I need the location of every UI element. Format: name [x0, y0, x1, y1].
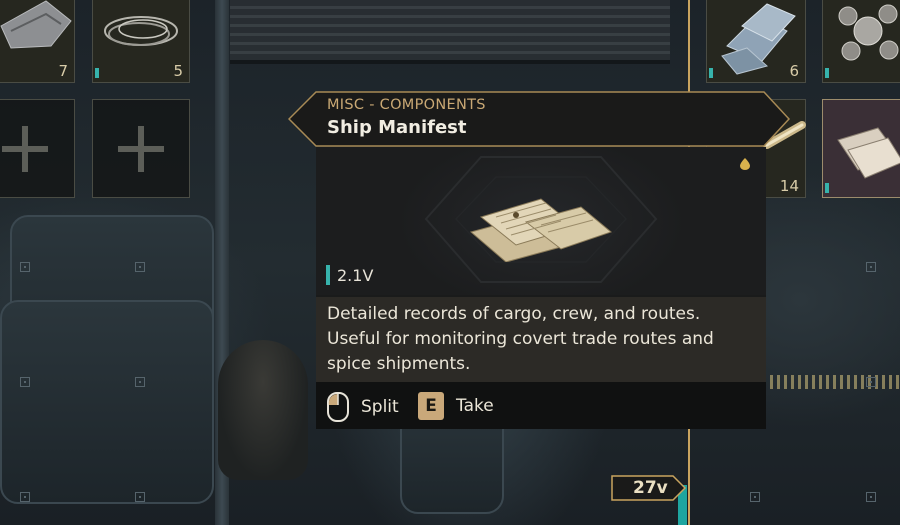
empty-inventory-slot[interactable]	[92, 99, 190, 198]
item-weight-value: 2.1V	[337, 265, 374, 285]
background-container	[0, 300, 214, 504]
take-label: Take	[456, 396, 494, 416]
item-category: MISC - COMPONENTS	[327, 97, 486, 113]
plus-icon	[118, 125, 164, 172]
tooltip-header: MISC - COMPONENTS Ship Manifest	[288, 91, 790, 147]
grid-marker	[866, 262, 876, 272]
inventory-slot-selected[interactable]: 2	[822, 99, 900, 198]
grid-marker	[20, 492, 30, 502]
grid-marker	[20, 377, 30, 387]
item-description-text: Detailed records of cargo, crew, and rou…	[327, 304, 714, 374]
split-action[interactable]: Split	[327, 392, 399, 422]
item-count: 6	[789, 62, 799, 80]
mouse-icon	[327, 392, 349, 422]
item-count: 7	[58, 62, 68, 80]
ship-manifest-icon	[837, 127, 900, 179]
durability-bar	[95, 68, 99, 78]
inventory-slot[interactable]: 7	[0, 0, 75, 83]
weight-icon	[326, 265, 330, 285]
ship-manifest-icon	[469, 198, 613, 262]
tooltip-actions: Split E Take	[316, 382, 766, 429]
background-stairs	[230, 0, 670, 64]
item-tooltip: 2.1V Detailed records of cargo, crew, an…	[316, 147, 766, 429]
grid-marker	[750, 492, 760, 502]
inventory-slot[interactable]: 5	[92, 0, 190, 83]
inventory-capacity: 27v	[611, 475, 687, 501]
durability-bar	[825, 68, 829, 78]
grid-marker	[20, 262, 30, 272]
empty-inventory-slot[interactable]	[0, 99, 75, 198]
grid-marker	[135, 492, 145, 502]
grid-marker	[866, 377, 876, 387]
split-label: Split	[361, 397, 399, 417]
key-e-icon: E	[418, 392, 444, 420]
item-preview: 2.1V	[316, 147, 766, 295]
tag-marker-icon	[740, 158, 750, 170]
inventory-slot[interactable]: 6	[706, 0, 806, 83]
take-action[interactable]: E Take	[418, 392, 494, 420]
capacity-value: 27v	[633, 478, 668, 498]
mechanical-parts-icon	[838, 4, 899, 61]
item-count: 5	[173, 62, 183, 80]
item-name: Ship Manifest	[327, 117, 467, 138]
item-weight: 2.1V	[326, 264, 373, 286]
background-character	[218, 340, 308, 480]
background-lights	[770, 375, 900, 389]
durability-bar	[709, 68, 713, 78]
grid-marker	[866, 492, 876, 502]
item-description: Detailed records of cargo, crew, and rou…	[316, 297, 766, 382]
inventory-slot[interactable]: 2	[822, 0, 900, 83]
grid-marker	[135, 262, 145, 272]
grid-marker	[135, 377, 145, 387]
item-count: 14	[779, 177, 799, 195]
plus-icon	[2, 125, 48, 172]
durability-bar	[825, 183, 829, 193]
